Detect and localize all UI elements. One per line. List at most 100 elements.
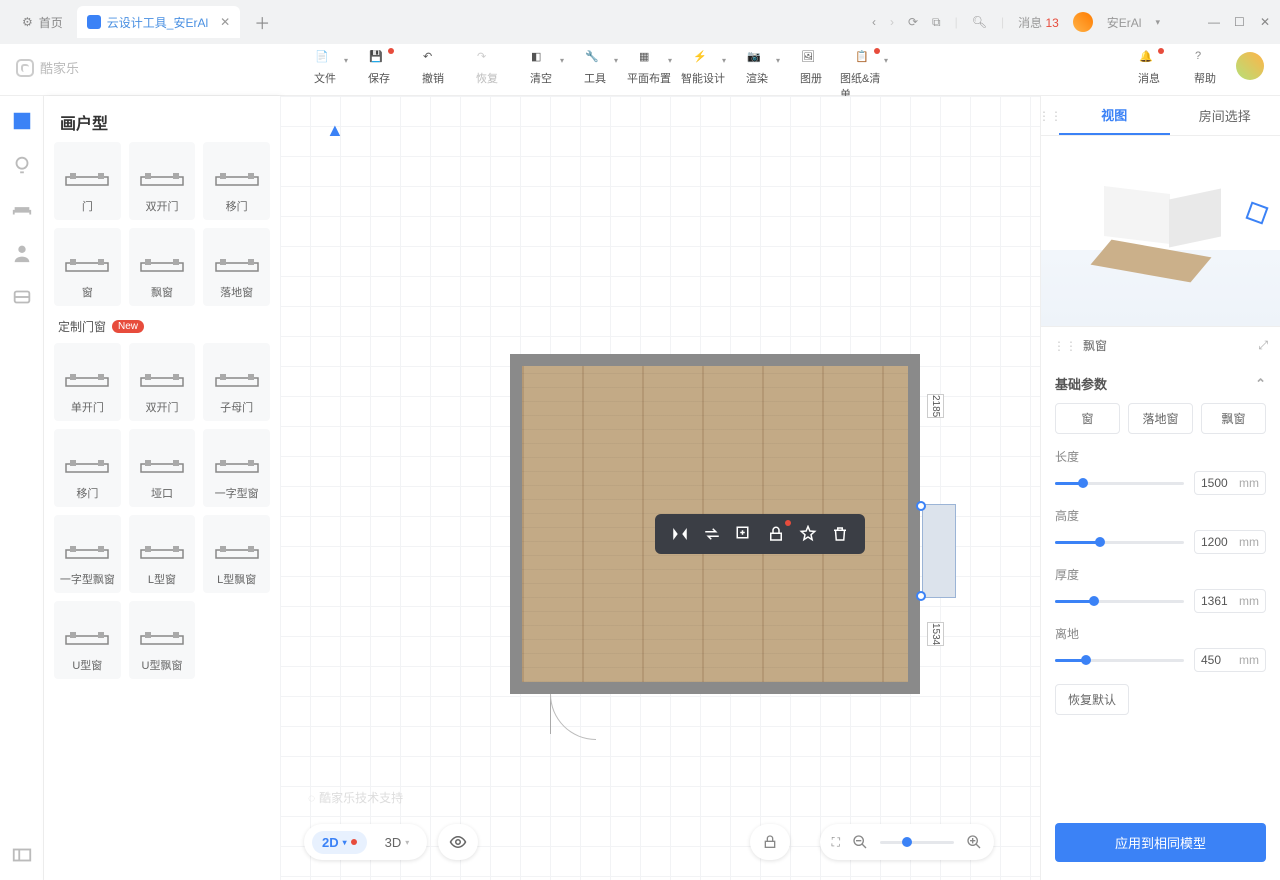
param-value[interactable]: 1500mm [1194,471,1266,495]
lp-item[interactable]: U型飘窗 [129,601,196,679]
param-value[interactable]: 450mm [1194,648,1266,672]
nav-back-icon[interactable]: ‹ [872,15,876,29]
mini-3d-preview[interactable] [1041,136,1280,326]
visibility-button[interactable] [438,824,478,860]
user-avatar[interactable] [1236,52,1264,80]
fit-icon[interactable]: ⛶ [832,835,840,850]
toolbar-clear-button[interactable]: ◧▾清空 [516,50,566,102]
lp-item[interactable]: 移门 [54,429,121,507]
lp-item[interactable]: L型飘窗 [203,515,270,593]
toolbar-render-button[interactable]: 📷▾渲染 [732,50,782,102]
zoom-controls: ⛶ [820,824,994,860]
help-icon: ? [1195,50,1215,68]
tab-home-label: 首页 [39,14,63,31]
canvas-lock-button[interactable] [750,824,790,860]
lp-item[interactable]: 移门 [203,142,270,220]
toolbar-tool-button[interactable]: 🔧▾工具 [570,50,620,102]
lp-item[interactable]: L型窗 [129,515,196,593]
lp-item[interactable]: 垭口 [129,429,196,507]
search-icon[interactable]: 🔍︎ [972,15,987,29]
tab-active[interactable]: 云设计工具_安ErAl ✕ [77,6,240,38]
lp-item[interactable]: U型窗 [54,601,121,679]
param-row: 厚度1361mm [1055,566,1266,613]
add-icon[interactable] [729,522,759,546]
zoom-out-icon[interactable] [852,834,868,850]
rail-collapse-icon[interactable] [11,844,33,866]
star-icon[interactable] [793,522,823,546]
type-pill[interactable]: 飘窗 [1201,403,1266,434]
reset-button[interactable]: 恢复默认 [1055,684,1129,715]
toolbar-undo-button[interactable]: ↶撤销 [408,50,458,102]
param-slider[interactable] [1055,600,1184,603]
lp-item[interactable]: 单开门 [54,343,121,421]
toolbar-file-button[interactable]: 📄▾文件 [300,50,350,102]
rail-sofa-icon[interactable] [11,198,33,220]
tab-view[interactable]: 视图 [1059,96,1170,135]
swap-icon[interactable] [697,522,727,546]
close-icon[interactable]: ✕ [220,15,230,29]
toolbar-save-button[interactable]: 💾保存 [354,50,404,102]
left-panel: 画户型 门双开门移门窗飘窗落地窗 定制门窗 New 单开门双开门子母门移门垭口一… [44,96,280,880]
door[interactable] [550,694,600,718]
rail-idea-icon[interactable] [11,154,33,176]
username[interactable]: 安ErAl [1107,14,1142,31]
tab-room-select[interactable]: 房间选择 [1170,96,1280,135]
window-min-icon[interactable]: — [1208,15,1220,29]
chevron-up-icon[interactable]: ⌃ [1255,376,1266,392]
param-slider[interactable] [1055,482,1184,485]
param-slider[interactable] [1055,541,1184,544]
canvas[interactable]: ▲ 2185 1500 1534 ◌ 酷家乐技术支持 2D ▾ 3D ▾ ⛶ [280,96,1040,880]
mirror-icon[interactable] [665,522,695,546]
zoom-slider[interactable] [880,841,954,844]
right-panel: ⋮⋮ 视图 房间选择 ⋮⋮飘窗 ⤢ 基础参数 ⌃ 窗落地窗飘窗 长度1500mm… [1040,96,1280,880]
left-panel-title: 画户型 [44,96,280,142]
trash-icon[interactable] [825,522,855,546]
lp-item[interactable]: 子母门 [203,343,270,421]
view-3d-button[interactable]: 3D ▾ [375,831,420,854]
lp-item[interactable]: 窗 [54,228,121,306]
nav-fwd-icon[interactable]: › [890,15,894,29]
lock-icon[interactable] [761,522,791,546]
avatar[interactable] [1073,12,1093,32]
lp-item[interactable]: 落地窗 [203,228,270,306]
type-pill[interactable]: 落地窗 [1128,403,1193,434]
param-slider[interactable] [1055,659,1184,662]
messages-label[interactable]: 消息 13 [1018,14,1059,31]
expand-icon[interactable]: ⤢ [1258,338,1268,353]
lp-item[interactable]: 双开门 [129,343,196,421]
header-help-button[interactable]: ?帮助 [1180,50,1230,86]
new-tab-button[interactable]: ＋ [254,10,270,34]
zoom-in-icon[interactable] [966,834,982,850]
grip-icon[interactable]: ⋮⋮ [1041,96,1059,135]
toolbar-gallery-button[interactable]: 🖼图册 [786,50,836,102]
toolbar-redo-button[interactable]: ↷恢复 [462,50,512,102]
lp-item[interactable]: 双开门 [129,142,196,220]
header-msg-button[interactable]: 🔔消息 [1124,50,1174,86]
chevron-down-icon[interactable]: ▾ [1155,17,1160,28]
toolbar-smart-button[interactable]: ⚡▾智能设计 [678,50,728,102]
tab-home[interactable]: ⚙ 首页 [8,14,77,31]
window-close-icon[interactable]: ✕ [1260,15,1272,29]
gallery-icon: 🖼 [801,50,821,68]
view-cube-icon[interactable] [1245,201,1268,224]
copy-icon[interactable]: ⧉ [932,15,941,30]
rail-floorplan-icon[interactable] [11,110,33,132]
apply-button[interactable]: 应用到相同模型 [1055,823,1266,862]
type-pill[interactable]: 窗 [1055,403,1120,434]
rail-storage-icon[interactable] [11,286,33,308]
lp-item[interactable]: 一字型窗 [203,429,270,507]
view-2d-button[interactable]: 2D ▾ [312,831,367,854]
param-value[interactable]: 1361mm [1194,589,1266,613]
app-header: 酷家乐 📄▾文件💾保存↶撤销↷恢复◧▾清空🔧▾工具▦▾平面布置⚡▾智能设计📷▾渲… [0,44,1280,96]
layout-icon: ▦ [639,50,659,68]
lp-item[interactable]: 一字型飘窗 [54,515,121,593]
toolbar-drawings-button[interactable]: 📋▾图纸&清单 [840,50,890,102]
bay-window-selected[interactable] [922,504,956,598]
toolbar-layout-button[interactable]: ▦▾平面布置 [624,50,674,102]
param-value[interactable]: 1200mm [1194,530,1266,554]
lp-item[interactable]: 门 [54,142,121,220]
lp-item[interactable]: 飘窗 [129,228,196,306]
rail-person-icon[interactable] [11,242,33,264]
window-max-icon[interactable]: ☐ [1234,15,1246,29]
refresh-icon[interactable]: ⟳ [908,15,918,29]
